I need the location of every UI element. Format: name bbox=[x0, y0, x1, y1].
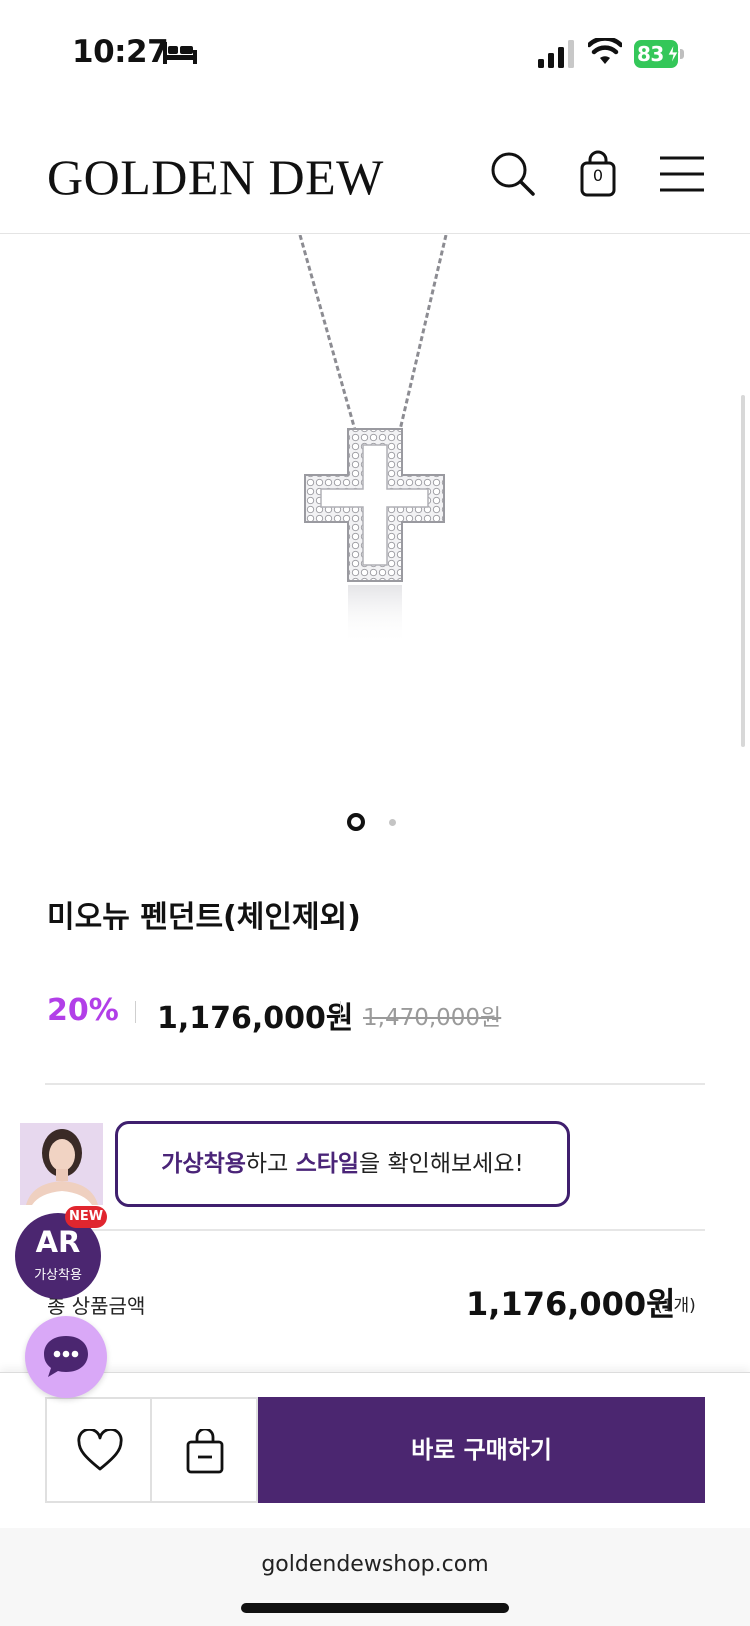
ar-banner-text: 을 확인해보세요! bbox=[359, 1151, 524, 1177]
wishlist-button[interactable] bbox=[45, 1397, 152, 1503]
ar-badge-title: AR bbox=[35, 1225, 81, 1259]
bottom-action-bar: 바로 구매하기 bbox=[0, 1372, 750, 1528]
sale-price: 1,176,000원 bbox=[157, 1001, 354, 1036]
product-image[interactable] bbox=[0, 234, 750, 795]
cross-pendant-image bbox=[298, 234, 448, 645]
ar-try-on-banner[interactable]: 가상착용하고 스타일을 확인해보세요! bbox=[115, 1121, 570, 1207]
brand-logo[interactable]: GOLDEN DEW bbox=[47, 148, 384, 206]
product-title: 미오뉴 펜던트(체인제외) bbox=[47, 900, 361, 935]
charging-bolt-icon bbox=[667, 44, 679, 64]
sleep-icon bbox=[163, 42, 197, 64]
status-time: 10:27 bbox=[72, 34, 169, 70]
gallery-dot[interactable] bbox=[389, 819, 396, 826]
ar-badge-subtitle: 가상착용 bbox=[34, 1268, 82, 1283]
menu-icon[interactable] bbox=[658, 150, 706, 198]
cart-minus-icon bbox=[186, 1429, 224, 1474]
heart-icon bbox=[77, 1429, 123, 1471]
url-text[interactable]: goldendewshop.com bbox=[0, 1552, 750, 1577]
cart-button[interactable]: 0 bbox=[574, 150, 622, 198]
signal-icon bbox=[538, 40, 574, 68]
ar-banner-text: 하고 bbox=[245, 1151, 296, 1177]
price-separator bbox=[340, 1001, 341, 1023]
ar-banner-highlight: 스타일 bbox=[295, 1151, 360, 1177]
chat-button[interactable] bbox=[25, 1316, 107, 1398]
page-scrollbar[interactable] bbox=[741, 395, 745, 747]
original-price: 1,470,000원 bbox=[363, 1005, 502, 1031]
model-avatar[interactable] bbox=[20, 1123, 103, 1205]
site-header: GOLDEN DEW 0 bbox=[0, 108, 750, 234]
price-separator bbox=[135, 1001, 136, 1023]
gallery-pagination bbox=[340, 810, 410, 834]
add-to-cart-button[interactable] bbox=[150, 1397, 258, 1503]
status-bar: 10:27 83 bbox=[0, 0, 750, 100]
home-indicator[interactable] bbox=[241, 1603, 509, 1613]
new-badge: NEW bbox=[65, 1206, 107, 1228]
divider bbox=[45, 1229, 705, 1231]
gallery-dot-active[interactable] bbox=[347, 813, 365, 831]
price-row: 20% 1,176,000원 1,470,000원 bbox=[47, 993, 707, 1036]
ar-banner-highlight: 가상착용 bbox=[161, 1151, 246, 1177]
search-icon[interactable] bbox=[489, 150, 537, 198]
total-price: 1,176,000원 bbox=[466, 1285, 676, 1323]
wifi-icon bbox=[588, 38, 622, 64]
battery-cap bbox=[680, 49, 684, 59]
battery-icon: 83 bbox=[634, 40, 684, 68]
discount-rate: 20% bbox=[47, 993, 119, 1028]
buy-now-button[interactable]: 바로 구매하기 bbox=[258, 1397, 705, 1503]
cart-count: 0 bbox=[592, 166, 604, 185]
model-photo bbox=[20, 1123, 103, 1205]
chat-icon bbox=[44, 1336, 88, 1377]
total-quantity: (1개) bbox=[656, 1296, 696, 1316]
browser-address-bar: goldendewshop.com bbox=[0, 1528, 750, 1626]
divider bbox=[45, 1083, 705, 1085]
